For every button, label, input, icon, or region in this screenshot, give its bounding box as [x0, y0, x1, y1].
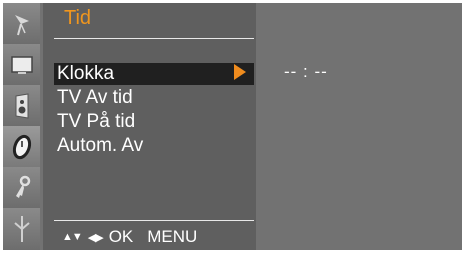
clock-value: -- : --	[284, 62, 328, 81]
menu-label: MENU	[147, 227, 198, 246]
speaker-icon[interactable]	[3, 85, 40, 126]
triangle-right-icon	[234, 64, 246, 80]
antenna-icon[interactable]	[3, 3, 40, 44]
menu-item-tv-av-tid[interactable]: TV Av tid	[57, 87, 133, 109]
menu-item-klokka[interactable]: Klokka	[54, 63, 254, 85]
sidebar	[3, 3, 40, 250]
footer-divider	[54, 220, 254, 221]
left-right-arrows-icon: ◀▶	[87, 231, 104, 244]
picture-icon[interactable]	[3, 44, 40, 85]
ok-label: OK	[108, 227, 134, 246]
key-icon[interactable]	[3, 167, 40, 208]
nav-hint: ▲▼ ◀▶ OK MENU	[62, 227, 197, 247]
up-down-arrows-icon: ▲▼	[62, 231, 83, 243]
clock-icon[interactable]	[3, 126, 40, 167]
title-divider	[54, 38, 254, 39]
menu-title: Tid	[64, 7, 92, 29]
menu-item-tv-pa-tid[interactable]: TV På tid	[57, 111, 135, 133]
menu-item-autom-av[interactable]: Autom. Av	[57, 135, 143, 157]
input-icon[interactable]	[3, 208, 40, 250]
